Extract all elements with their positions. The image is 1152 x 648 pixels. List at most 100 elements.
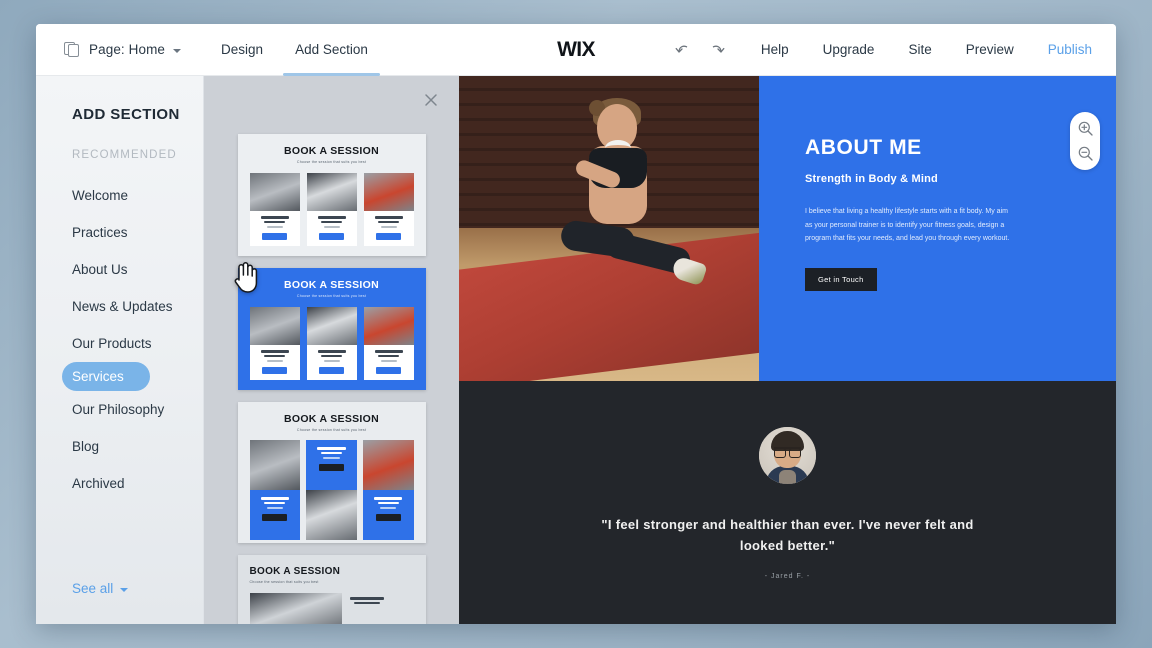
sidebar-item-blog[interactable]: Blog xyxy=(36,428,203,465)
card-meta-line xyxy=(380,226,397,228)
thumbnail-1-content: BOOK A SESSION Choose the session that s… xyxy=(238,134,426,256)
zoom-out-icon[interactable] xyxy=(1077,145,1094,162)
card-body xyxy=(349,593,384,606)
card-title-line xyxy=(377,501,399,505)
publish-button[interactable]: Publish xyxy=(1032,42,1102,57)
section-testimonial[interactable]: "I feel stronger and healthier than ever… xyxy=(459,381,1116,624)
sidebar-item-our-products[interactable]: Our Products xyxy=(36,325,203,362)
card-meta-line xyxy=(380,507,397,509)
thumbnail-2-cards xyxy=(249,307,414,380)
sidebar-item-our-philosophy[interactable]: Our Philosophy xyxy=(36,391,203,428)
thumbnail-card xyxy=(249,173,300,246)
section-thumbnail-1[interactable]: BOOK A SESSION Choose the session that s… xyxy=(237,134,426,256)
person-figure xyxy=(553,98,708,324)
wix-editor-window: Page: Home Design Add Section WIX Help U… xyxy=(36,24,1116,624)
card-body xyxy=(249,490,301,540)
get-in-touch-button[interactable]: Get in Touch xyxy=(805,267,877,291)
card-photo xyxy=(362,440,414,490)
thumbnail-1-cards xyxy=(249,173,414,246)
tab-add-section[interactable]: Add Section xyxy=(279,24,384,76)
section-thumbnail-2-selected[interactable]: BOOK A SESSION Choose the session that s… xyxy=(234,262,426,390)
thumbnail-4-content: BOOK A SESSION Choose the session that s… xyxy=(238,555,426,624)
toolbar-right-group: Help Upgrade Site Preview Publish xyxy=(673,39,1102,61)
section-thumbnails-panel: BOOK A SESSION Choose the session that s… xyxy=(204,76,459,624)
sidebar-item-about-us[interactable]: About Us xyxy=(36,251,203,288)
tab-design[interactable]: Design xyxy=(205,24,279,76)
card-button xyxy=(318,463,345,471)
thumbnail-4-title: BOOK A SESSION xyxy=(249,566,341,577)
card-title-line xyxy=(260,497,290,500)
toolbar-left-group: Page: Home Design Add Section xyxy=(58,24,384,76)
sidebar-item-news-updates[interactable]: News & Updates xyxy=(36,288,203,325)
section-thumbnail-4[interactable]: BOOK A SESSION Choose the session that s… xyxy=(237,555,426,624)
redo-arrow-icon[interactable] xyxy=(705,39,727,61)
toolbar-link-preview[interactable]: Preview xyxy=(950,42,1030,57)
card-body xyxy=(364,211,414,246)
editor-workspace: ADD SECTION RECOMMENDED Welcome Practice… xyxy=(36,76,1116,624)
card-photo xyxy=(249,307,300,345)
card-title-line xyxy=(321,354,342,358)
card-body xyxy=(364,345,414,380)
card-button xyxy=(376,366,401,374)
about-me-paragraph: I believe that living a healthy lifestyl… xyxy=(805,208,1010,243)
card-title-line xyxy=(378,220,399,224)
page-selector-label: Page: Home xyxy=(89,42,166,57)
undo-arrow-icon[interactable] xyxy=(673,39,695,61)
toolbar-link-help[interactable]: Help xyxy=(745,42,805,57)
canvas-zoom-controls xyxy=(1070,112,1100,170)
thumbnail-card xyxy=(249,440,301,540)
section-about-me[interactable]: ABOUT ME Strength in Body & Mind I belie… xyxy=(459,76,1116,381)
card-title-line xyxy=(264,501,286,505)
card-button xyxy=(319,366,344,374)
thumbnail-card xyxy=(306,440,357,540)
card-photo xyxy=(363,307,414,345)
wix-logo: WIX xyxy=(557,37,595,61)
thumbnail-card xyxy=(306,307,357,380)
testimonial-attribution: - Jared F. - xyxy=(764,572,811,580)
editor-toolbar: Page: Home Design Add Section WIX Help U… xyxy=(36,24,1116,76)
card-button xyxy=(262,232,287,240)
card-meta-line xyxy=(266,507,283,509)
page-selector[interactable]: Page: Home xyxy=(58,37,187,62)
thumbnail-4-row xyxy=(249,593,414,624)
card-body xyxy=(250,211,300,246)
close-icon[interactable] xyxy=(421,90,441,110)
thumbnail-1-title: BOOK A SESSION xyxy=(283,145,380,157)
card-title-line xyxy=(374,350,403,353)
toolbar-link-site[interactable]: Site xyxy=(892,42,947,57)
card-body xyxy=(307,345,357,380)
pages-icon xyxy=(64,41,81,58)
card-title-line xyxy=(349,597,384,600)
card-title-line xyxy=(321,220,342,224)
sidebar-item-practices[interactable]: Practices xyxy=(36,214,203,251)
thumbnail-card xyxy=(363,307,414,380)
sidebar-item-welcome[interactable]: Welcome xyxy=(36,177,203,214)
card-title-line xyxy=(373,497,403,500)
card-photo xyxy=(306,490,357,540)
thumbnail-card xyxy=(306,173,357,246)
thumbnail-3-cards xyxy=(249,440,414,540)
sidebar-subtitle: RECOMMENDED xyxy=(72,149,177,161)
card-body xyxy=(307,211,357,246)
thumbnail-3-subtitle: Choose the session that suits you best xyxy=(296,428,367,432)
sidebar-item-services[interactable]: Services xyxy=(62,362,150,391)
about-me-subheading: Strength in Body & Mind xyxy=(805,173,938,185)
card-body xyxy=(362,490,414,540)
thumbnail-2-content: BOOK A SESSION Choose the session that s… xyxy=(238,268,426,390)
sidebar-item-archived[interactable]: Archived xyxy=(36,465,203,502)
thumbnail-2-subtitle: Choose the session that suits you best xyxy=(296,294,367,298)
card-button xyxy=(262,366,287,374)
see-all-button[interactable]: See all xyxy=(36,581,203,596)
testimonial-quote: "I feel stronger and healthier than ever… xyxy=(601,517,974,554)
section-thumbnail-3[interactable]: BOOK A SESSION Choose the session that s… xyxy=(237,402,426,543)
site-canvas: ABOUT ME Strength in Body & Mind I belie… xyxy=(459,76,1116,624)
card-meta-line xyxy=(323,457,340,459)
toolbar-link-upgrade[interactable]: Upgrade xyxy=(807,42,891,57)
card-button xyxy=(262,513,288,521)
about-me-text-block: ABOUT ME Strength in Body & Mind I belie… xyxy=(759,76,1116,381)
card-meta-line xyxy=(323,226,340,228)
card-meta-line xyxy=(266,226,283,228)
card-title-line xyxy=(320,451,343,455)
card-photo xyxy=(249,440,301,490)
zoom-in-icon[interactable] xyxy=(1077,120,1094,137)
